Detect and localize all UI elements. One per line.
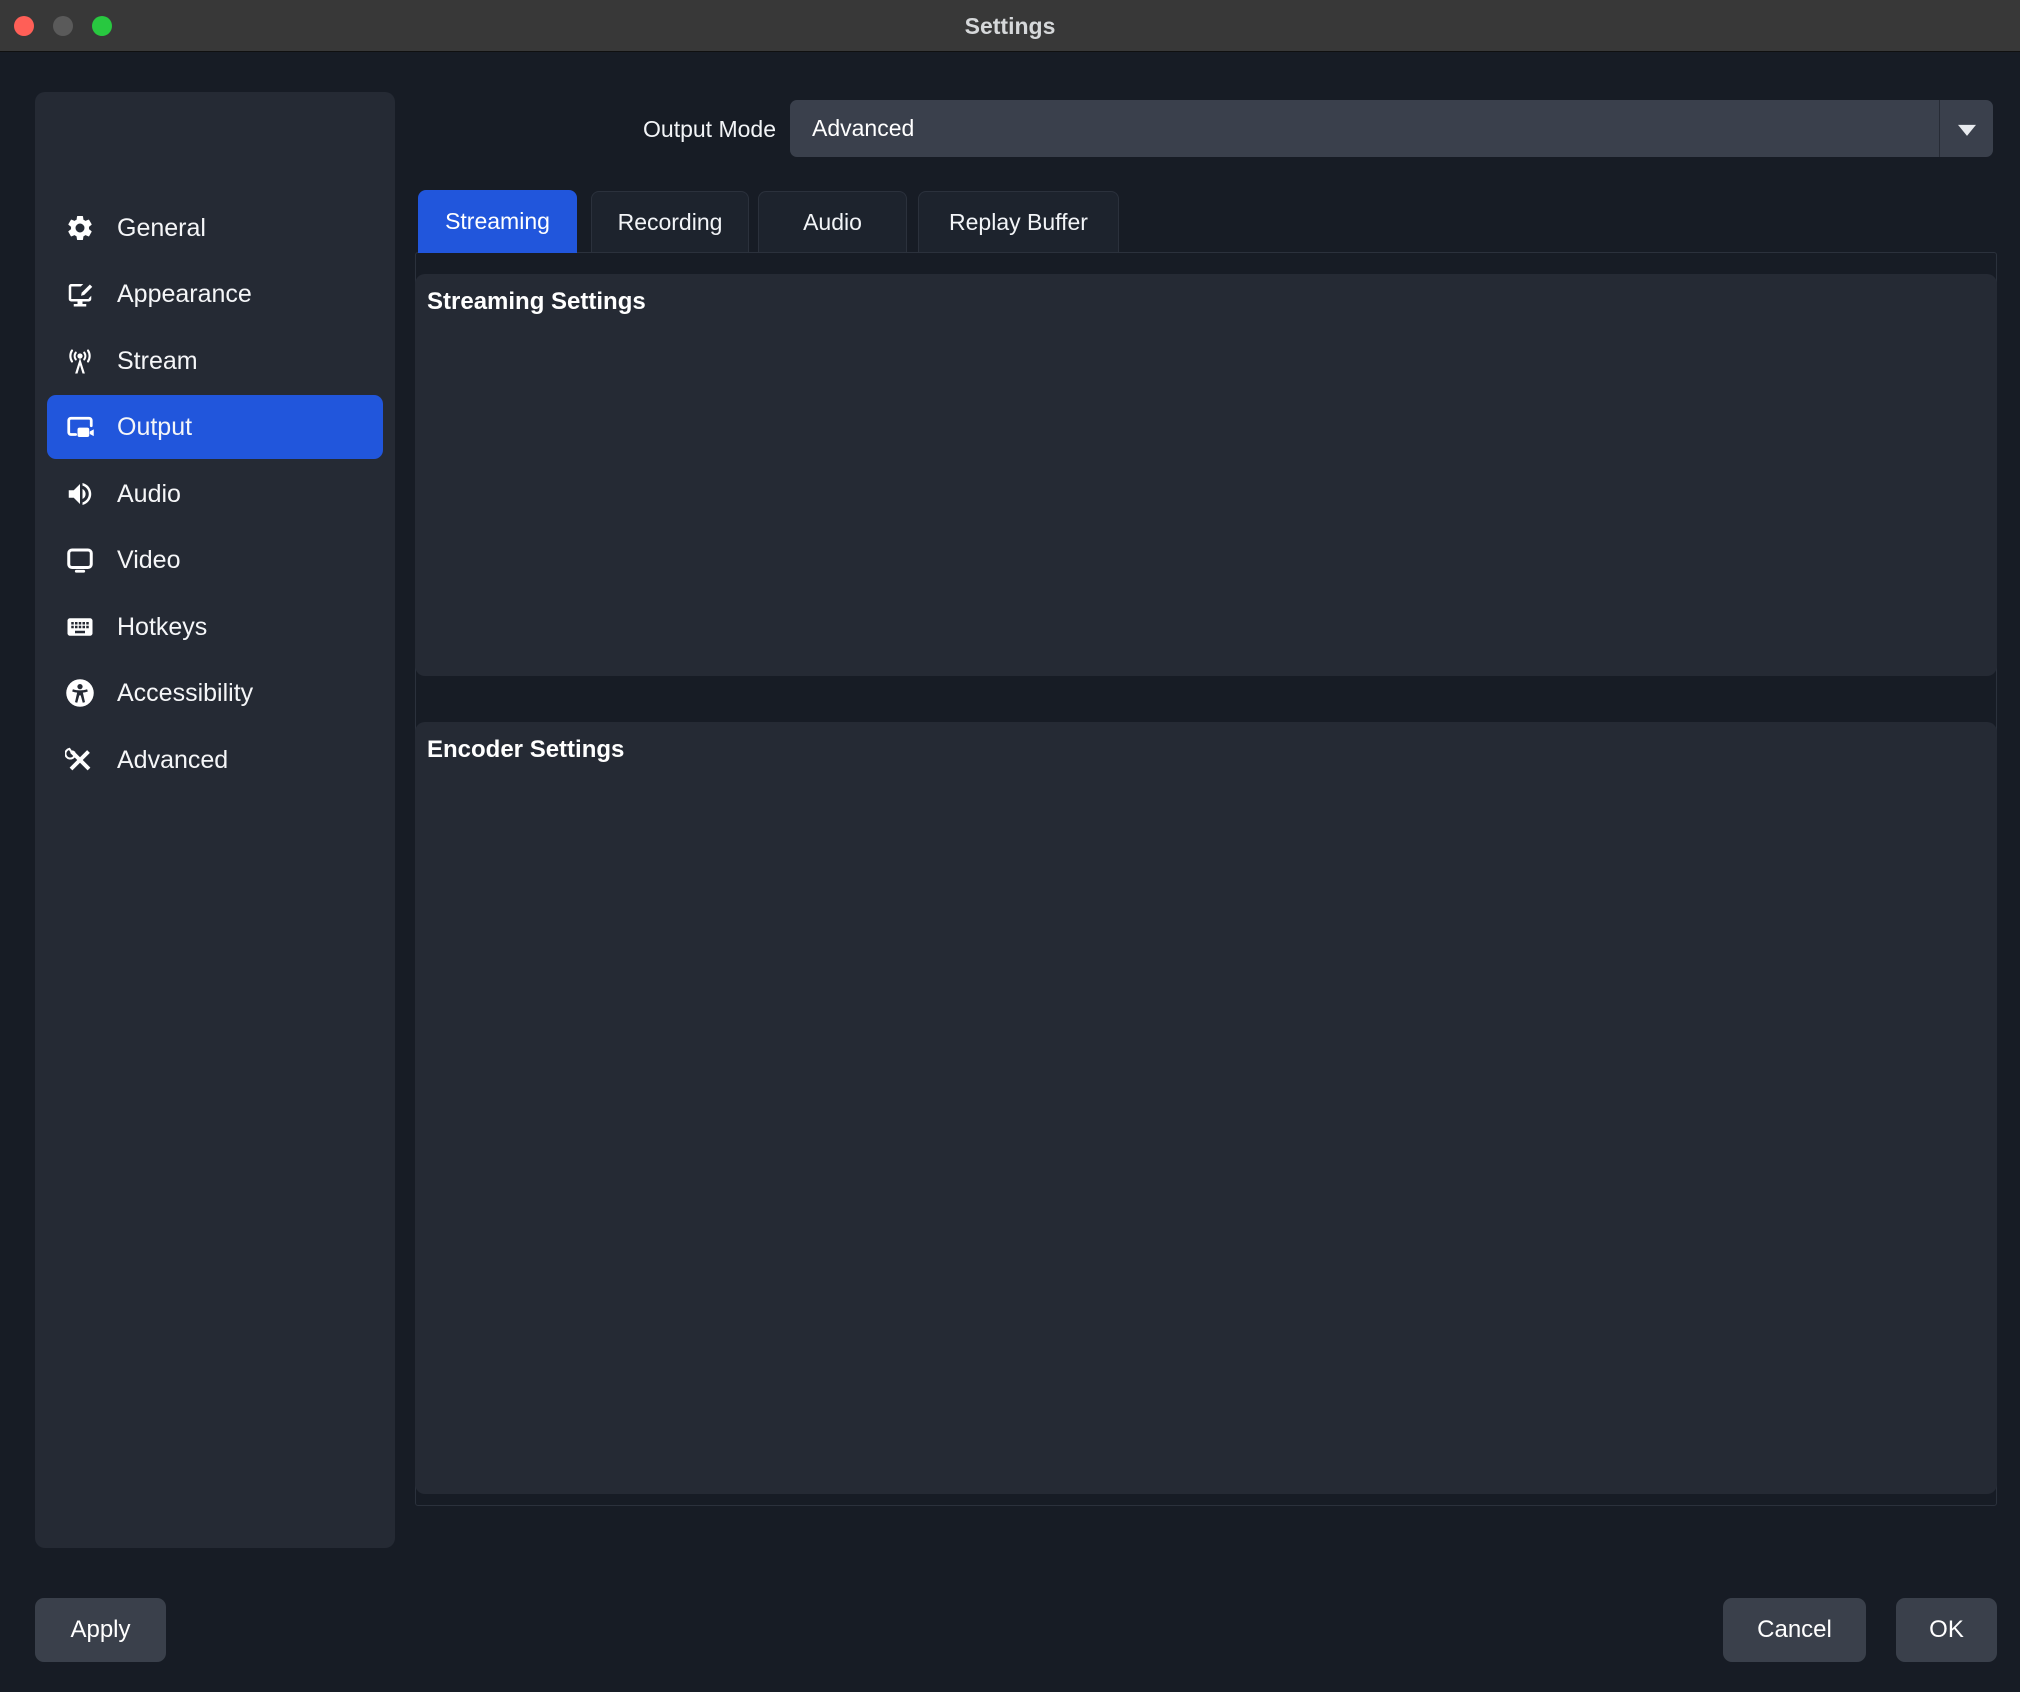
streaming-settings-title: Streaming Settings bbox=[427, 288, 646, 316]
sidebar-item-label: Hotkeys bbox=[117, 595, 207, 659]
sidebar-item-audio[interactable]: Audio bbox=[47, 462, 383, 526]
stream-icon bbox=[65, 346, 95, 376]
output-mode-value: Advanced bbox=[812, 100, 914, 157]
apply-button-label: Apply bbox=[70, 1616, 130, 1644]
chevron-down-icon bbox=[1958, 124, 1976, 135]
video-icon bbox=[65, 545, 95, 575]
ok-button[interactable]: OK bbox=[1896, 1598, 1997, 1662]
output-icon bbox=[65, 412, 95, 442]
accessibility-icon bbox=[65, 678, 95, 708]
hotkeys-icon bbox=[65, 612, 95, 642]
output-mode-label: Output Mode bbox=[500, 114, 776, 144]
settings-window: Settings General Appearance Stream Outpu… bbox=[0, 0, 2020, 1692]
audio-icon bbox=[65, 479, 95, 509]
sidebar-item-label: Video bbox=[117, 528, 181, 592]
cancel-button[interactable]: Cancel bbox=[1723, 1598, 1866, 1662]
sidebar-item-label: Stream bbox=[117, 329, 198, 393]
tab-audio[interactable]: Audio bbox=[758, 191, 907, 252]
sidebar-item-label: Audio bbox=[117, 462, 181, 526]
tab-recording[interactable]: Recording bbox=[591, 191, 749, 252]
sidebar-item-label: Output bbox=[117, 395, 192, 459]
sidebar-item-general[interactable]: General bbox=[47, 196, 383, 260]
tab-label: Streaming bbox=[445, 208, 550, 235]
sidebar-item-video[interactable]: Video bbox=[47, 528, 383, 592]
tab-label: Replay Buffer bbox=[949, 209, 1088, 236]
sidebar-item-stream[interactable]: Stream bbox=[47, 329, 383, 393]
streaming-settings-group: Streaming Settings bbox=[415, 274, 1997, 676]
dropdown-arrow-zone bbox=[1939, 100, 1993, 157]
tab-label: Recording bbox=[618, 209, 723, 236]
advanced-icon bbox=[65, 745, 95, 775]
titlebar: Settings bbox=[0, 0, 2020, 52]
apply-button[interactable]: Apply bbox=[35, 1598, 166, 1662]
tab-replay-buffer[interactable]: Replay Buffer bbox=[918, 191, 1119, 252]
gear-icon bbox=[65, 213, 95, 243]
tab-label: Audio bbox=[803, 209, 862, 236]
sidebar-item-label: Accessibility bbox=[117, 661, 253, 725]
window-title: Settings bbox=[0, 0, 2020, 52]
sidebar-item-label: Appearance bbox=[117, 262, 252, 326]
encoder-settings-title: Encoder Settings bbox=[427, 736, 624, 764]
tab-streaming[interactable]: Streaming bbox=[418, 190, 577, 253]
cancel-button-label: Cancel bbox=[1757, 1616, 1832, 1644]
output-mode-select[interactable]: Advanced bbox=[790, 100, 1993, 157]
sidebar-item-accessibility[interactable]: Accessibility bbox=[47, 661, 383, 725]
sidebar-item-label: General bbox=[117, 196, 206, 260]
ok-button-label: OK bbox=[1929, 1616, 1964, 1644]
sidebar-item-label: Advanced bbox=[117, 728, 228, 792]
appearance-icon bbox=[65, 279, 95, 309]
sidebar-item-advanced[interactable]: Advanced bbox=[47, 728, 383, 792]
sidebar-item-output[interactable]: Output bbox=[47, 395, 383, 459]
sidebar: General Appearance Stream Output Audio V… bbox=[35, 92, 395, 1548]
sidebar-item-hotkeys[interactable]: Hotkeys bbox=[47, 595, 383, 659]
sidebar-item-appearance[interactable]: Appearance bbox=[47, 262, 383, 326]
encoder-settings-group: Encoder Settings bbox=[415, 722, 1997, 1494]
